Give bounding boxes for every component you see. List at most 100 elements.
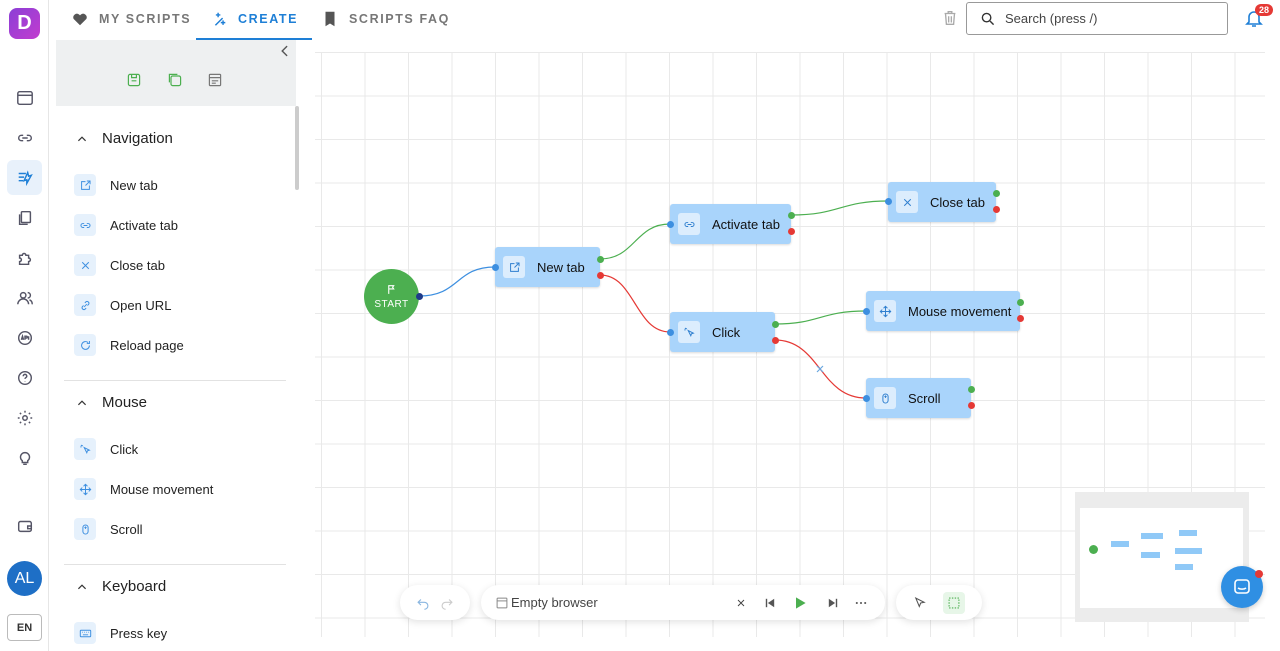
- port-dot[interactable]: [416, 293, 423, 300]
- copy-icon[interactable]: [7, 200, 42, 235]
- search-placeholder: Search (press /): [1005, 11, 1098, 26]
- port-dot[interactable]: [772, 321, 779, 328]
- more-icon[interactable]: [854, 596, 868, 610]
- minimap[interactable]: [1075, 492, 1249, 622]
- left-rail: D AL EN: [0, 0, 49, 651]
- selection-toolbar: [896, 585, 982, 620]
- chat-icon: [1234, 579, 1250, 594]
- panel-scrollbar[interactable]: [295, 106, 299, 190]
- close-icon[interactable]: [735, 597, 747, 609]
- chevron-left-icon[interactable]: [278, 44, 292, 58]
- tab-create[interactable]: CREATE: [196, 0, 313, 40]
- action-close-tab[interactable]: Close tab: [74, 254, 165, 276]
- search-icon: [981, 12, 995, 25]
- extensions-icon[interactable]: [7, 240, 42, 275]
- port-dot[interactable]: [993, 190, 1000, 197]
- port-dot[interactable]: [1017, 315, 1024, 322]
- port-dot[interactable]: [885, 198, 892, 205]
- node-click[interactable]: Click: [670, 312, 775, 352]
- mouse-scroll-icon: [874, 387, 896, 409]
- action-label: Mouse movement: [110, 481, 214, 497]
- node-close-tab[interactable]: Close tab: [888, 182, 996, 222]
- action-mouse-movement[interactable]: Mouse movement: [74, 478, 213, 500]
- heart-icon: [73, 13, 87, 26]
- settings-icon[interactable]: [7, 400, 42, 435]
- port-dot[interactable]: [1017, 299, 1024, 306]
- pointer-icon[interactable]: [913, 596, 927, 610]
- tab-label: SCRIPTS FAQ: [349, 12, 450, 26]
- action-label: Reload page: [110, 337, 184, 353]
- port-dot[interactable]: [863, 395, 870, 402]
- action-label: New tab: [110, 177, 158, 193]
- skip-forward-icon[interactable]: [826, 596, 840, 610]
- save-copy-icon[interactable]: [167, 72, 183, 88]
- start-label: START: [374, 298, 409, 310]
- action-open-url[interactable]: Open URL: [74, 294, 171, 316]
- section-keyboard[interactable]: Keyboard: [76, 578, 166, 595]
- node-mouse-movement[interactable]: Mouse movement: [866, 291, 1020, 331]
- port-dot[interactable]: [863, 308, 870, 315]
- port-dot[interactable]: [772, 337, 779, 344]
- port-dot[interactable]: [968, 386, 975, 393]
- tab-my-scripts[interactable]: MY SCRIPTS: [71, 0, 191, 38]
- action-label: Press key: [110, 625, 168, 641]
- action-reload-page[interactable]: Reload page: [74, 334, 184, 356]
- link-icon[interactable]: [7, 120, 42, 155]
- node-label: Click: [712, 324, 741, 340]
- node-scroll[interactable]: Scroll: [866, 378, 971, 418]
- tab-label: MY SCRIPTS: [99, 12, 192, 26]
- redo-icon[interactable]: [440, 596, 454, 610]
- section-navigation[interactable]: Navigation: [76, 130, 173, 147]
- port-dot[interactable]: [968, 402, 975, 409]
- users-icon[interactable]: [7, 280, 42, 315]
- play-icon[interactable]: [792, 595, 808, 611]
- browser-profiles-icon[interactable]: [7, 80, 42, 115]
- tab-scripts-faq[interactable]: SCRIPTS FAQ: [321, 0, 450, 38]
- help-icon[interactable]: [7, 360, 42, 395]
- start-node[interactable]: START: [364, 269, 419, 324]
- minimap-node: [1141, 552, 1160, 558]
- select-area-button[interactable]: [943, 591, 965, 614]
- action-new-tab[interactable]: New tab: [74, 174, 158, 196]
- port-dot[interactable]: [788, 228, 795, 235]
- browser-select[interactable]: Empty browser: [511, 595, 598, 610]
- api-icon[interactable]: [7, 320, 42, 355]
- user-avatar[interactable]: AL: [7, 561, 42, 596]
- port-dot[interactable]: [597, 256, 604, 263]
- section-mouse[interactable]: Mouse: [76, 394, 147, 411]
- search-input[interactable]: Search (press /): [966, 2, 1228, 35]
- chevron-up-icon: [77, 399, 87, 405]
- action-activate-tab[interactable]: Activate tab: [74, 214, 178, 236]
- node-label: Close tab: [930, 194, 985, 210]
- skip-back-icon[interactable]: [763, 596, 777, 610]
- language-button[interactable]: EN: [7, 614, 42, 641]
- app-logo[interactable]: D: [9, 8, 40, 39]
- action-click[interactable]: Click: [74, 438, 138, 460]
- trash-icon[interactable]: [941, 9, 959, 27]
- actions-panel: Navigation New tab Activate tab Close ta…: [56, 40, 300, 651]
- port-dot[interactable]: [993, 206, 1000, 213]
- undo-icon[interactable]: [416, 596, 430, 610]
- minimap-node: [1175, 548, 1202, 554]
- mouse-scroll-icon: [74, 518, 96, 540]
- save-icon[interactable]: [126, 72, 142, 88]
- port-dot[interactable]: [597, 272, 604, 279]
- port-dot[interactable]: [492, 264, 499, 271]
- node-new-tab[interactable]: New tab: [495, 247, 600, 287]
- port-dot[interactable]: [667, 329, 674, 336]
- tab-label: CREATE: [238, 12, 299, 26]
- pointer-click-icon: [678, 321, 700, 343]
- new-tab-icon: [503, 256, 525, 278]
- node-activate-tab[interactable]: Activate tab: [670, 204, 791, 244]
- port-dot[interactable]: [788, 212, 795, 219]
- minimap-node: [1179, 530, 1197, 536]
- minimap-node: [1141, 533, 1163, 539]
- scripts-icon[interactable]: [7, 160, 42, 195]
- action-press-key[interactable]: Press key: [74, 622, 167, 644]
- details-icon[interactable]: [207, 72, 223, 88]
- port-dot[interactable]: [667, 221, 674, 228]
- action-scroll[interactable]: Scroll: [74, 518, 143, 540]
- book-icon: [325, 11, 335, 27]
- wallet-icon[interactable]: [7, 508, 42, 543]
- lightbulb-icon[interactable]: [7, 440, 42, 475]
